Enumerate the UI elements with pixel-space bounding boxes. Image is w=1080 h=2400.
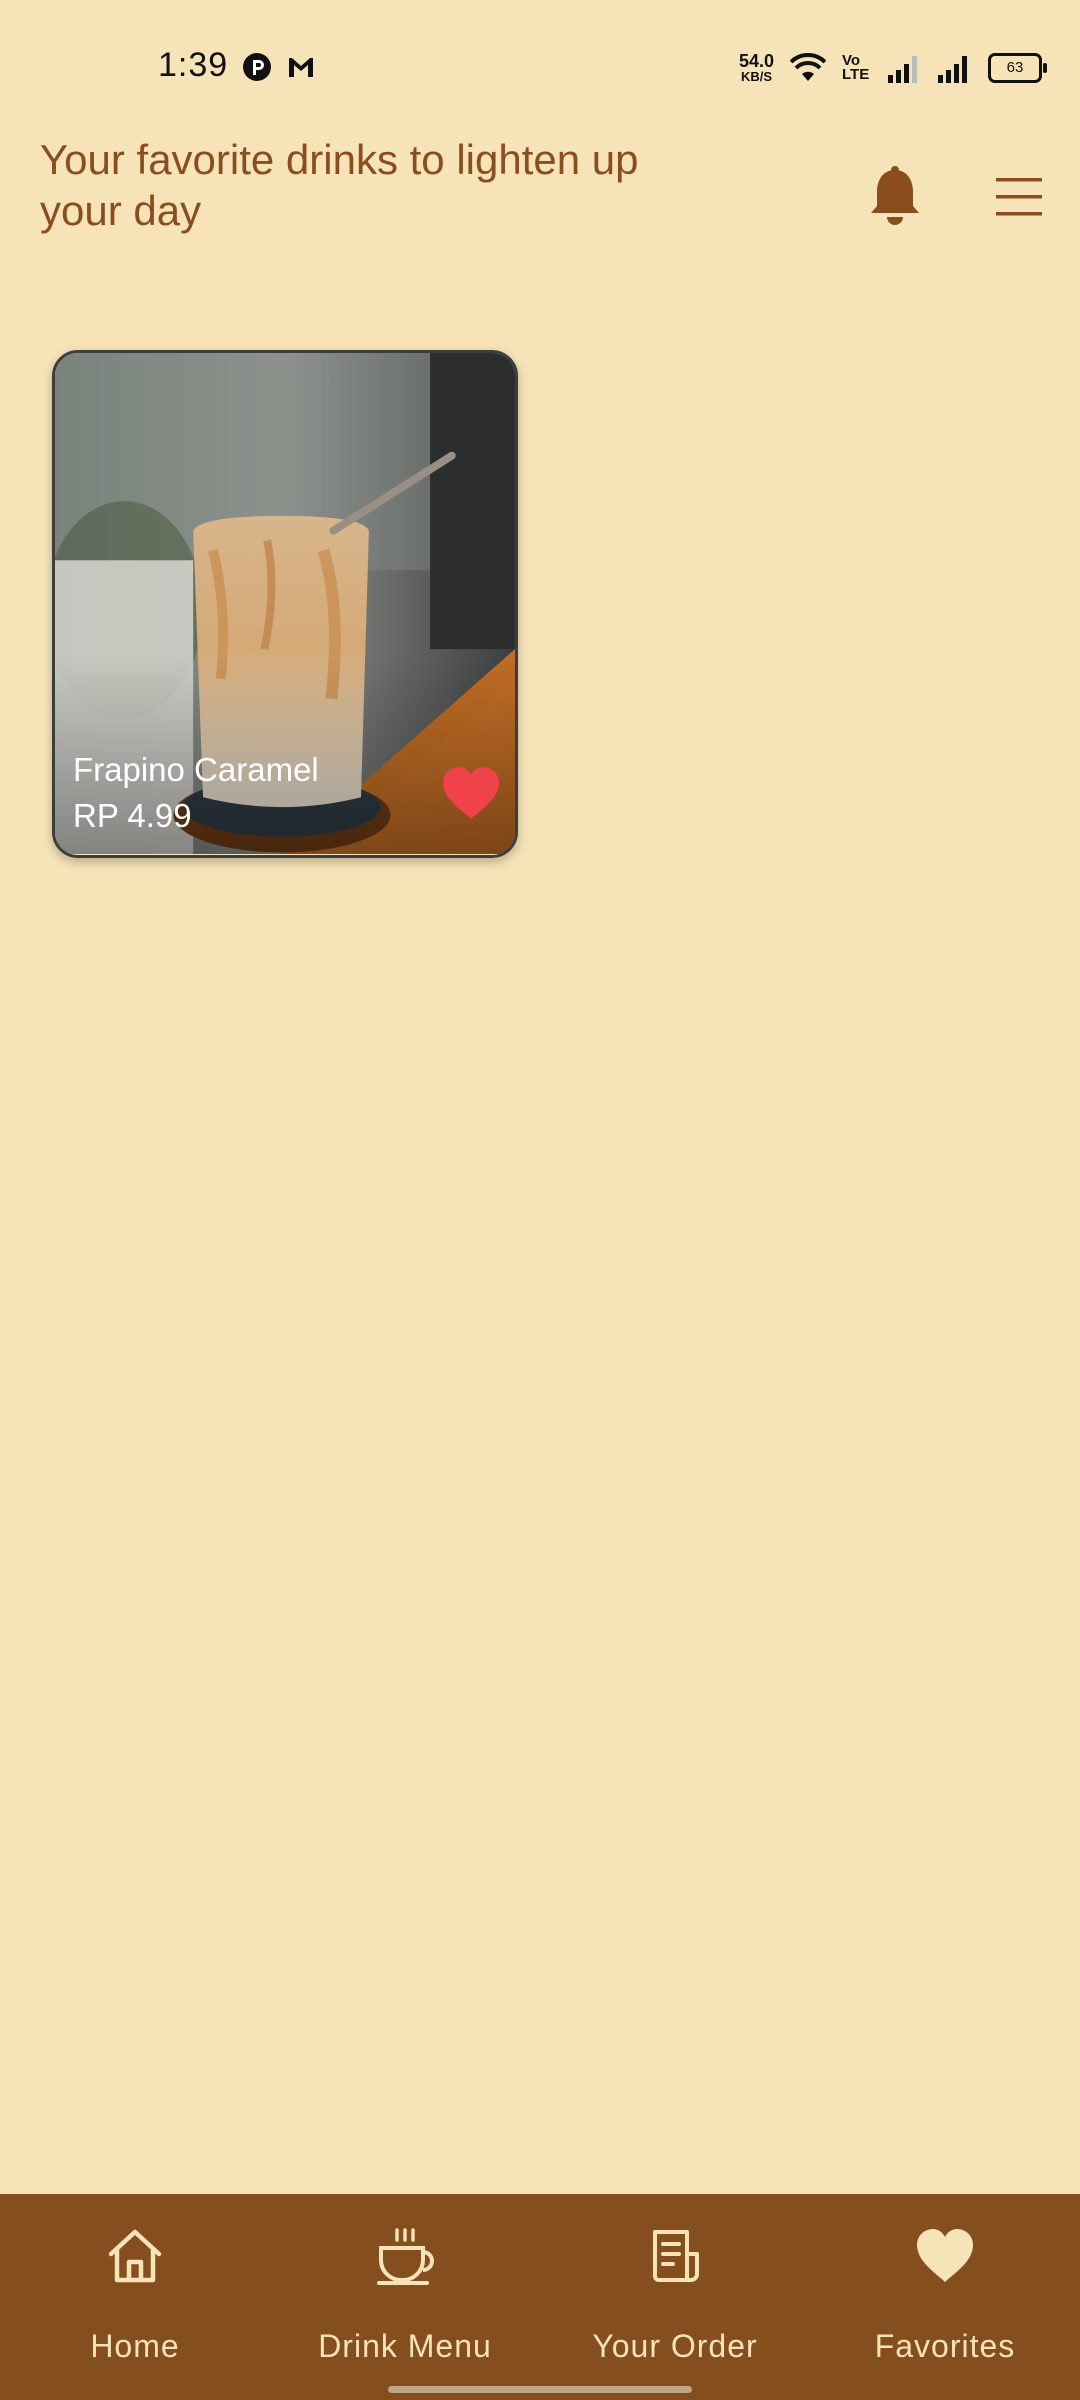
nav-label-home: Home	[90, 2328, 180, 2364]
drink-price: RP 4.99	[73, 797, 192, 834]
status-right: 54.0 KB/S Vo LTE 63	[738, 46, 1047, 90]
nav-label-favorites: Favorites	[874, 2328, 1016, 2364]
home-indicator[interactable]	[388, 2386, 692, 2393]
bell-icon[interactable]	[866, 166, 924, 228]
menu-icon[interactable]	[994, 172, 1044, 222]
battery-icon: 63	[988, 53, 1047, 83]
signal-icon-2	[938, 56, 967, 83]
page-title: Your favorite drinks to lighten up your …	[40, 136, 639, 234]
nav-label-your-order: Your Order	[592, 2328, 758, 2364]
nav-label-drink-menu: Drink Menu	[318, 2328, 492, 2364]
gmail-icon	[289, 58, 313, 77]
favorite-drink-card[interactable]: Frapino Caramel RP 4.99	[52, 350, 518, 858]
drink-name: Frapino Caramel	[73, 751, 319, 788]
wifi-icon	[790, 53, 826, 81]
nav-item-drink-menu[interactable]: Drink Menu	[270, 2194, 540, 2400]
coffee-cup-icon	[377, 2228, 434, 2285]
favorite-heart-icon[interactable]	[441, 765, 501, 821]
heart-icon	[917, 2229, 973, 2282]
nav-item-home[interactable]: Home	[0, 2194, 270, 2400]
receipt-icon	[653, 2230, 699, 2282]
status-time: 1:39	[158, 46, 229, 84]
home-icon	[108, 2229, 162, 2283]
volte-icon: Vo LTE	[842, 52, 870, 83]
bottom-navigation: Home Drink Menu Your Order Favorites	[0, 2194, 1080, 2400]
nav-item-your-order[interactable]: Your Order	[540, 2194, 810, 2400]
status-bar: 1:39 54.0 KB/S Vo LTE 63	[0, 0, 1080, 135]
app-notification-icon	[243, 53, 271, 81]
signal-icon-1	[888, 56, 917, 83]
network-speed: 54.0 KB/S	[738, 51, 774, 84]
nav-item-favorites[interactable]: Favorites	[810, 2194, 1080, 2400]
